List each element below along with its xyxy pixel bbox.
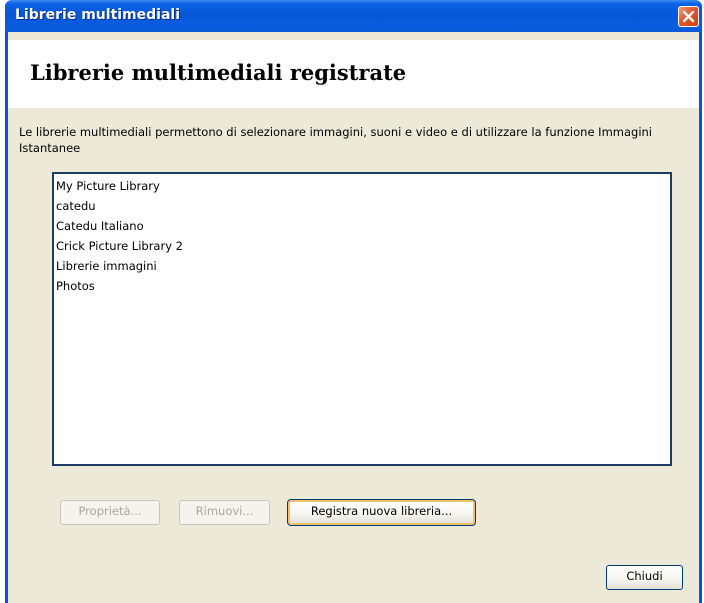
remove-button[interactable]: Rimuovi...: [179, 500, 270, 525]
library-list[interactable]: My Picture Library catedu Catedu Italian…: [52, 172, 672, 466]
register-library-button[interactable]: Registra nuova libreria...: [287, 499, 476, 526]
window-title: Librerie multimediali: [15, 7, 181, 23]
list-item[interactable]: catedu: [56, 196, 670, 216]
list-item[interactable]: Crick Picture Library 2: [56, 236, 670, 256]
list-item[interactable]: My Picture Library: [56, 176, 670, 196]
description-text: Le librerie multimediali permettono di s…: [19, 125, 653, 155]
close-window-button[interactable]: [678, 6, 699, 27]
dialog-window: Librerie multimediali Librerie multimedi…: [5, 0, 702, 603]
properties-button[interactable]: Proprietà...: [60, 500, 160, 525]
close-button[interactable]: Chiudi: [606, 565, 683, 590]
list-item[interactable]: Catedu Italiano: [56, 216, 670, 236]
list-item[interactable]: Librerie immagini: [56, 256, 670, 276]
dialog-body: Librerie multimediali registrate Le libr…: [8, 32, 699, 603]
header-panel: Librerie multimediali registrate: [8, 40, 699, 108]
window-frame: [699, 32, 702, 603]
close-icon: [682, 10, 695, 23]
list-item[interactable]: Photos: [56, 276, 670, 296]
page-title: Librerie multimediali registrate: [30, 60, 407, 85]
title-bar[interactable]: Librerie multimediali: [5, 0, 702, 32]
